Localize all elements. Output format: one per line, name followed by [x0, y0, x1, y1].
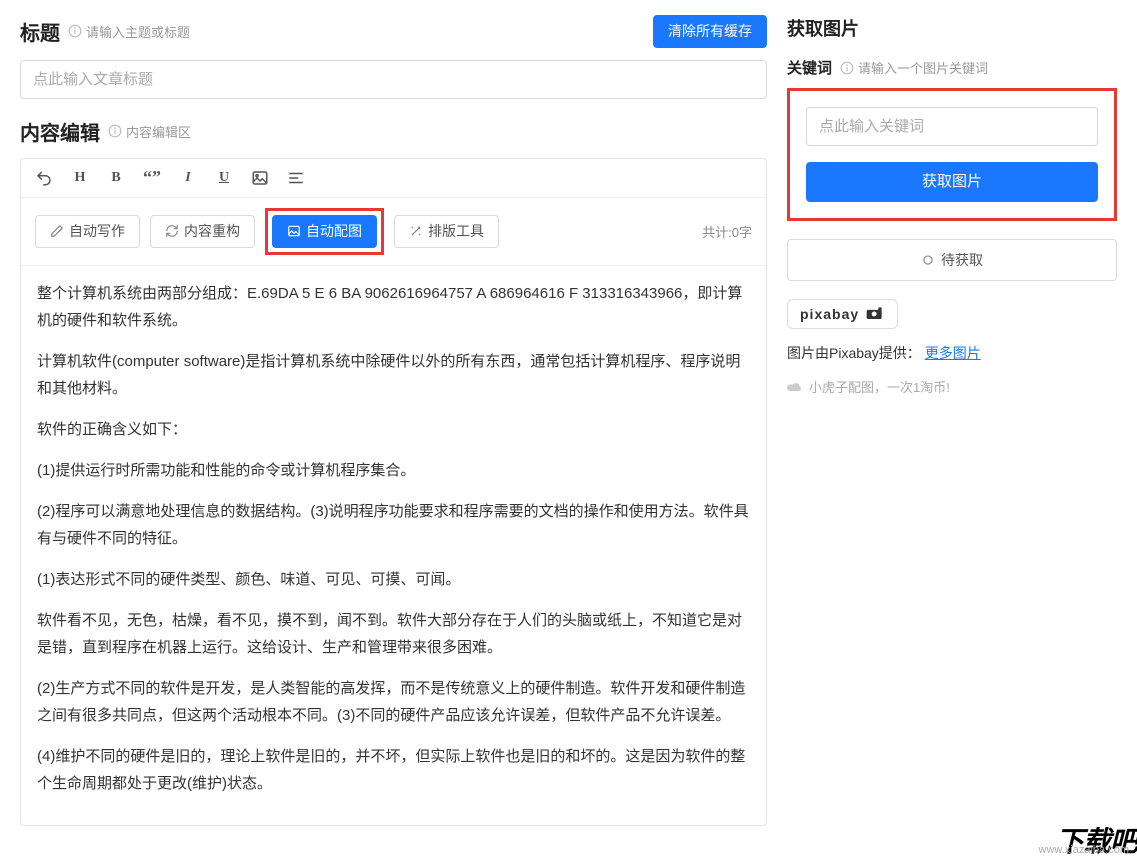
title-hint: 请输入主题或标题	[68, 22, 190, 41]
quote-icon[interactable]: “”	[143, 169, 161, 187]
paragraph: 整个计算机系统由两部分组成：E.69DA 5 E 6 BA 9062616964…	[37, 280, 750, 334]
italic-icon[interactable]: I	[179, 169, 197, 187]
get-image-button[interactable]: 获取图片	[806, 162, 1098, 202]
heading-icon[interactable]: H	[71, 169, 89, 187]
editor-header: 内容编辑 内容编辑区	[20, 117, 767, 146]
layout-tool-button[interactable]: 排版工具	[394, 215, 499, 248]
keyword-label: 关键词	[787, 57, 832, 78]
paragraph: 软件看不见，无色，枯燥，看不见，摸不到，闻不到。软件大部分存在于人们的头脑或纸上…	[37, 607, 750, 661]
restructure-button[interactable]: 内容重构	[150, 215, 255, 248]
action-toolbar: 自动写作 内容重构 自动配图 排版工具 共计:0字	[21, 198, 766, 266]
bold-icon[interactable]: B	[107, 169, 125, 187]
format-toolbar: H B “” I U	[21, 159, 766, 198]
wand-icon	[409, 224, 423, 238]
pencil-icon	[50, 224, 64, 238]
keyword-header: 关键词 请输入一个图片关键词	[787, 57, 1117, 78]
editor-hint: 内容编辑区	[108, 122, 191, 141]
paragraph: 软件的正确含义如下：	[37, 416, 750, 443]
underline-icon[interactable]: U	[215, 169, 233, 187]
word-count: 共计:0字	[702, 222, 752, 241]
paragraph: (1)表达形式不同的硬件类型、颜色、味道、可见、可摸、可闻。	[37, 566, 750, 593]
paragraph: 计算机软件(computer software)是指计算机系统中除硬件以外的所有…	[37, 348, 750, 402]
cloud-icon	[787, 381, 803, 393]
pending-status-button[interactable]: 待获取	[787, 239, 1117, 281]
editor-label: 内容编辑	[20, 117, 100, 146]
camera-icon	[865, 307, 885, 321]
paragraph: (4)维护不同的硬件是旧的，理论上软件是旧的，并不坏，但实际上软件也是旧的和坏的…	[37, 743, 750, 797]
auto-image-button[interactable]: 自动配图	[272, 215, 377, 248]
clear-cache-button[interactable]: 清除所有缓存	[653, 15, 767, 48]
align-left-icon[interactable]	[287, 169, 305, 187]
undo-icon[interactable]	[35, 169, 53, 187]
keyword-input[interactable]	[806, 107, 1098, 146]
image-icon[interactable]	[251, 169, 269, 187]
auto-write-button[interactable]: 自动写作	[35, 215, 140, 248]
watermark-url: www.xiazaiba.com	[1039, 844, 1129, 856]
get-image-title: 获取图片	[787, 15, 1117, 41]
pixabay-badge: pixabay	[787, 299, 898, 329]
keyword-panel-highlight: 获取图片	[787, 88, 1117, 221]
keyword-hint: 请输入一个图片关键词	[840, 58, 988, 77]
paragraph: (2)生产方式不同的软件是开发，是人类智能的高发挥，而不是传统意义上的硬件制造。…	[37, 675, 750, 729]
info-icon	[840, 61, 854, 75]
info-icon	[68, 24, 82, 38]
info-icon	[108, 124, 122, 138]
title-header: 标题 请输入主题或标题 清除所有缓存	[20, 15, 767, 48]
circle-icon	[921, 253, 935, 267]
paragraph: (2)程序可以满意地处理信息的数据结构。(3)说明程序功能要求和程序需要的文档的…	[37, 498, 750, 552]
paragraph: (1)提供运行时所需功能和性能的命令或计算机程序集合。	[37, 457, 750, 484]
picture-icon	[287, 224, 301, 238]
article-title-input[interactable]	[20, 60, 767, 99]
refresh-icon	[165, 224, 179, 238]
editor-panel: H B “” I U 自动写作 内容重构	[20, 158, 767, 826]
title-label: 标题	[20, 17, 60, 46]
editor-content[interactable]: 整个计算机系统由两部分组成：E.69DA 5 E 6 BA 9062616964…	[21, 266, 766, 825]
foot-note: 小虎子配图，一次1淘币!	[787, 377, 1117, 396]
provider-line: 图片由Pixabay提供： 更多图片	[787, 343, 1117, 363]
auto-image-highlight: 自动配图	[265, 208, 384, 255]
more-images-link[interactable]: 更多图片	[925, 345, 981, 361]
